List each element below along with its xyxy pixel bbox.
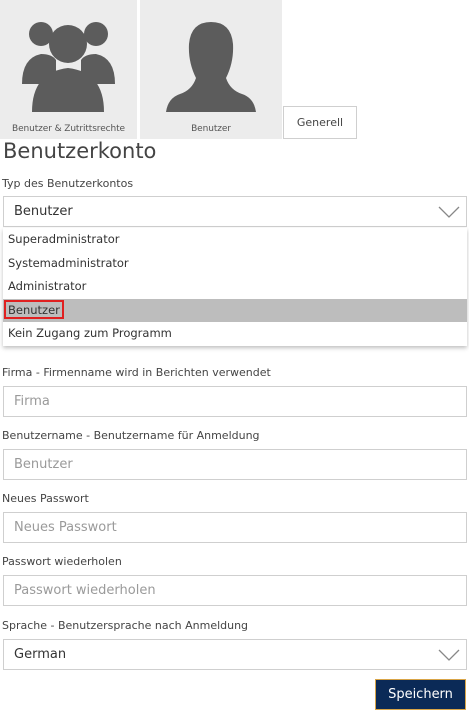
option-benutzer[interactable]: Benutzer [3, 298, 467, 323]
chevron-down-icon [438, 649, 460, 661]
account-type-select[interactable]: Benutzer [3, 196, 467, 227]
chevron-down-icon [438, 206, 460, 218]
language-value: German [14, 647, 67, 662]
page-title: Benutzerkonto [3, 139, 157, 163]
repeat-password-input[interactable]: Passwort wiederholen [3, 575, 467, 606]
option-systemadministrator[interactable]: Systemadministrator [3, 252, 467, 276]
repeat-password-label: Passwort wiederholen [2, 555, 122, 568]
selection-highlight [4, 299, 64, 319]
language-label: Sprache - Benutzersprache nach Anmeldung [2, 619, 249, 632]
tile-users-access[interactable]: Benutzer & Zutrittsrechte [0, 0, 137, 139]
company-placeholder: Firma [14, 394, 50, 409]
save-button[interactable]: Speichern [375, 679, 466, 710]
language-select[interactable]: German [3, 639, 467, 670]
option-no-access[interactable]: Kein Zugang zum Programm [3, 322, 467, 346]
new-password-placeholder: Neues Passwort [14, 520, 117, 535]
new-password-input[interactable]: Neues Passwort [3, 512, 467, 543]
company-label: Firma - Firmenname wird in Berichten ver… [2, 366, 271, 379]
new-password-label: Neues Passwort [2, 492, 89, 505]
user-group-icon [22, 22, 115, 112]
account-type-dropdown: Superadministrator Systemadministrator A… [3, 228, 467, 346]
option-administrator[interactable]: Administrator [3, 275, 467, 299]
username-input[interactable]: Benutzer [3, 449, 467, 480]
company-input[interactable]: Firma [3, 386, 467, 417]
user-icon [166, 22, 256, 112]
username-placeholder: Benutzer [14, 457, 73, 472]
username-label: Benutzername - Benutzername für Anmeldun… [2, 429, 260, 442]
tile-user[interactable]: Benutzer [140, 0, 282, 139]
account-type-value: Benutzer [14, 204, 73, 219]
account-type-label: Typ des Benutzerkontos [2, 177, 134, 190]
tab-general[interactable]: Generell [283, 106, 357, 139]
repeat-password-placeholder: Passwort wiederholen [14, 583, 156, 598]
option-superadministrator[interactable]: Superadministrator [3, 228, 467, 252]
